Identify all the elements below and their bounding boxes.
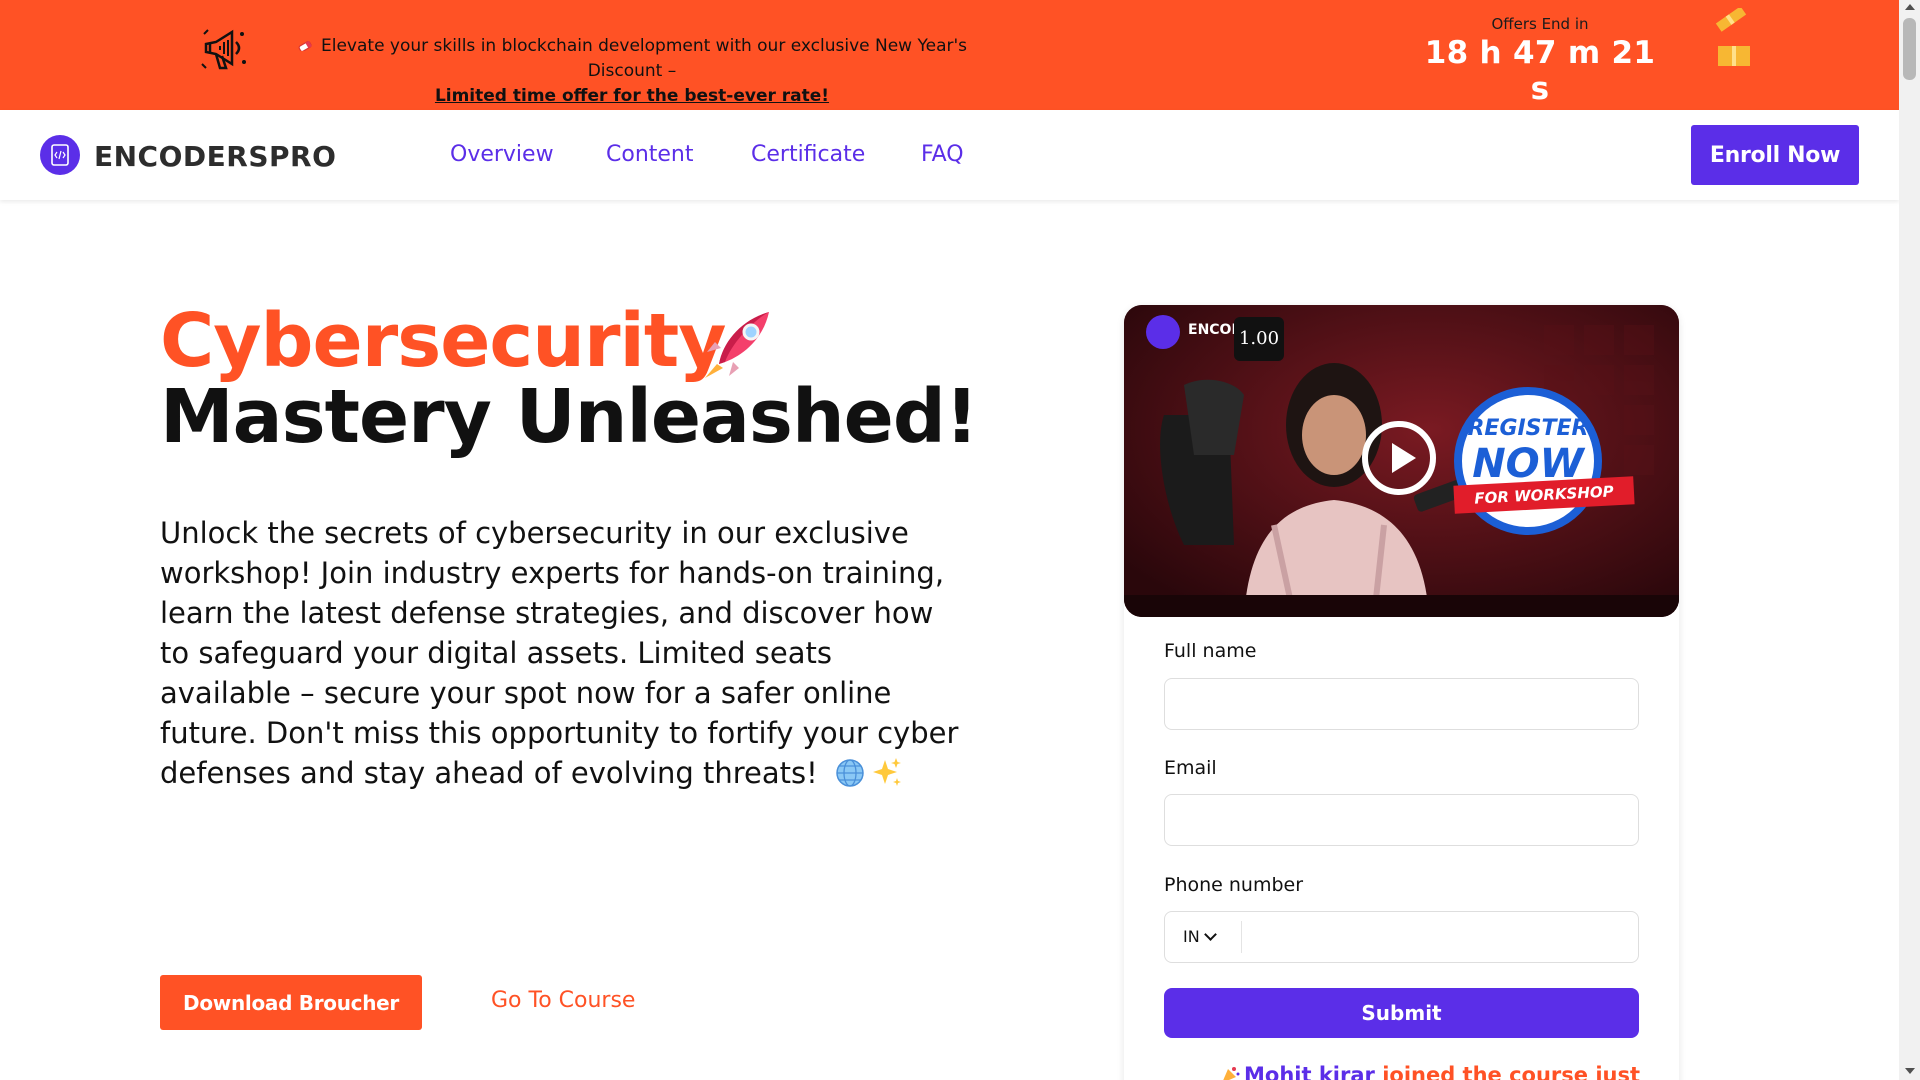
brand-name[interactable]: ENCODERSPRO bbox=[94, 140, 336, 173]
promo-offer-link[interactable]: Limited time offer for the best-ever rat… bbox=[435, 86, 829, 106]
recent-enrollment-notice: Mohit kirar joined the course just bbox=[1220, 1063, 1640, 1080]
scrollbar-thumb[interactable] bbox=[1903, 18, 1916, 80]
promo-banner: Elevate your skills in blockchain develo… bbox=[0, 0, 1899, 110]
page-scrollbar[interactable] bbox=[1899, 0, 1920, 1080]
megaphone-icon bbox=[201, 29, 246, 70]
play-button-icon[interactable] bbox=[1362, 421, 1436, 495]
countdown-timer: 18 h 47 m 21 s bbox=[1424, 35, 1656, 107]
country-code-select[interactable]: IN bbox=[1175, 921, 1242, 953]
promo-message-text: Elevate your skills in blockchain develo… bbox=[321, 36, 967, 81]
gift-icon bbox=[1715, 8, 1750, 66]
scroll-down-arrow-icon[interactable] bbox=[1905, 1068, 1915, 1074]
phone-number-input[interactable] bbox=[1245, 918, 1629, 958]
playback-speed-badge[interactable]: 1.00 bbox=[1234, 317, 1284, 361]
submit-button[interactable]: Submit bbox=[1164, 988, 1639, 1038]
enrolled-user-name[interactable]: Mohit kirar bbox=[1244, 1063, 1375, 1080]
top-navbar: ENCODERSPRO Overview Content Certificate… bbox=[0, 110, 1899, 200]
hero-description-text: Unlock the secrets of cybersecurity in o… bbox=[160, 516, 959, 790]
scroll-up-arrow-icon[interactable] bbox=[1905, 4, 1915, 10]
nav-link-content[interactable]: Content bbox=[606, 142, 694, 167]
offers-end-label: Offers End in bbox=[1491, 15, 1589, 33]
full-name-input[interactable] bbox=[1164, 678, 1639, 730]
phone-label: Phone number bbox=[1164, 874, 1304, 896]
enrolled-notice-text: joined the course just bbox=[1382, 1063, 1641, 1080]
nav-link-faq[interactable]: FAQ bbox=[921, 142, 964, 167]
rocket-icon bbox=[705, 312, 769, 378]
promo-video[interactable]: ENCOD 1.00 REGISTER NOW FOR WORKSHOP bbox=[1124, 305, 1679, 617]
brand-logo-icon[interactable] bbox=[40, 135, 80, 175]
globe-icon bbox=[836, 759, 864, 787]
full-name-label: Full name bbox=[1164, 640, 1257, 662]
email-label: Email bbox=[1164, 757, 1217, 779]
video-brand-logo-icon bbox=[1146, 315, 1180, 349]
enroll-now-button[interactable]: Enroll Now bbox=[1691, 125, 1859, 185]
phone-field: IN bbox=[1164, 911, 1639, 963]
register-text: REGISTER bbox=[1467, 416, 1589, 441]
country-code-value: IN bbox=[1183, 927, 1200, 946]
promo-message: Elevate your skills in blockchain develo… bbox=[272, 34, 992, 109]
hero-title-highlight: Cybersecurity bbox=[160, 298, 726, 384]
chevron-down-icon bbox=[1203, 928, 1217, 941]
code-book-icon bbox=[51, 144, 69, 166]
party-icon bbox=[1223, 1067, 1240, 1080]
nav-link-certificate[interactable]: Certificate bbox=[751, 142, 865, 167]
hero-title: Mastery Unleashed! bbox=[160, 374, 979, 460]
download-brochure-button[interactable]: Download Broucher bbox=[160, 975, 422, 1030]
hero-description: Unlock the secrets of cybersecurity in o… bbox=[160, 513, 960, 793]
nav-link-overview[interactable]: Overview bbox=[450, 142, 554, 167]
sparkles-icon bbox=[872, 758, 901, 786]
page-viewport: Elevate your skills in blockchain develo… bbox=[0, 0, 1899, 1080]
pen-icon bbox=[298, 41, 312, 51]
go-to-course-link[interactable]: Go To Course bbox=[491, 988, 635, 1013]
email-input[interactable] bbox=[1164, 794, 1639, 846]
